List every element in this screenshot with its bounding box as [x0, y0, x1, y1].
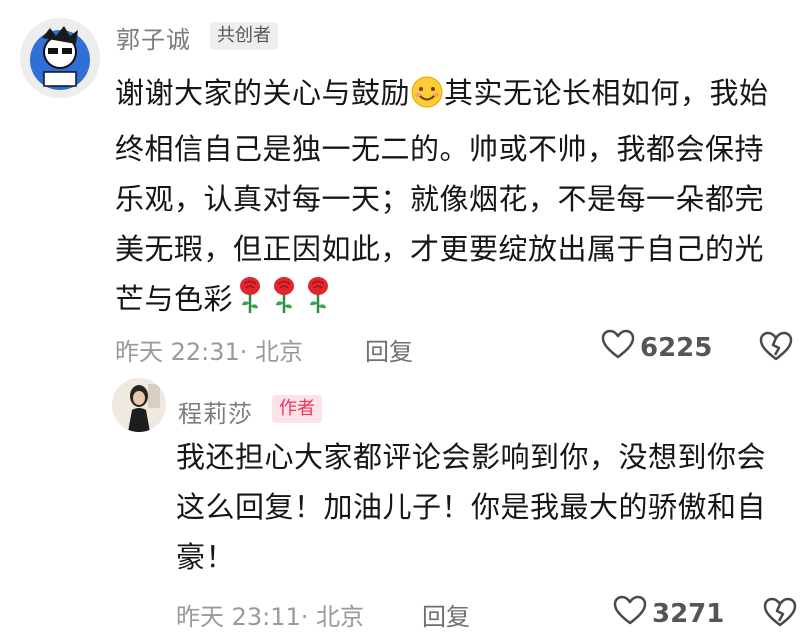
- reply-like-button[interactable]: 3271: [612, 594, 724, 633]
- broken-heart-icon: [762, 597, 798, 632]
- broken-heart-icon: [758, 331, 794, 366]
- comment-dislike-button[interactable]: [758, 330, 794, 366]
- heart-icon: [600, 328, 636, 367]
- commenter-name[interactable]: 郭子诚: [116, 20, 191, 55]
- comment-text-part1: 谢谢大家的关心与鼓励: [115, 76, 411, 110]
- rose-emoji-icon: [233, 275, 267, 330]
- reply-timestamp: 昨天 23:11· 北京: [176, 603, 365, 631]
- comment-like-button[interactable]: 6225: [600, 328, 712, 367]
- commenter-avatar[interactable]: [20, 18, 100, 98]
- replier-avatar[interactable]: [112, 378, 166, 432]
- comment-reply-button[interactable]: 回复: [365, 332, 413, 367]
- comment-timestamp: 昨天 22:31· 北京: [115, 338, 304, 366]
- like-count: 3271: [652, 598, 725, 629]
- reply-dislike-button[interactable]: [762, 596, 798, 632]
- heart-icon: [612, 594, 648, 633]
- author-badge: 作者: [272, 395, 322, 423]
- rose-emoji-icon: [301, 275, 335, 330]
- smiling-face-emoji-icon: [410, 74, 444, 124]
- comment-text: 谢谢大家的关心与鼓励 其实无论长相如何，我始终相信自己是独一无二的。帅或不帅，我…: [115, 68, 785, 330]
- cocreator-badge: 共创者: [210, 22, 278, 50]
- reply-reply-button[interactable]: 回复: [422, 597, 470, 632]
- replier-name[interactable]: 程莉莎: [178, 394, 253, 429]
- rose-emoji-icon: [267, 275, 301, 330]
- reply-text: 我还担心大家都评论会影响到你，没想到你会这么回复！加油儿子！你是我最大的骄傲和自…: [176, 440, 767, 574]
- like-count: 6225: [640, 332, 713, 363]
